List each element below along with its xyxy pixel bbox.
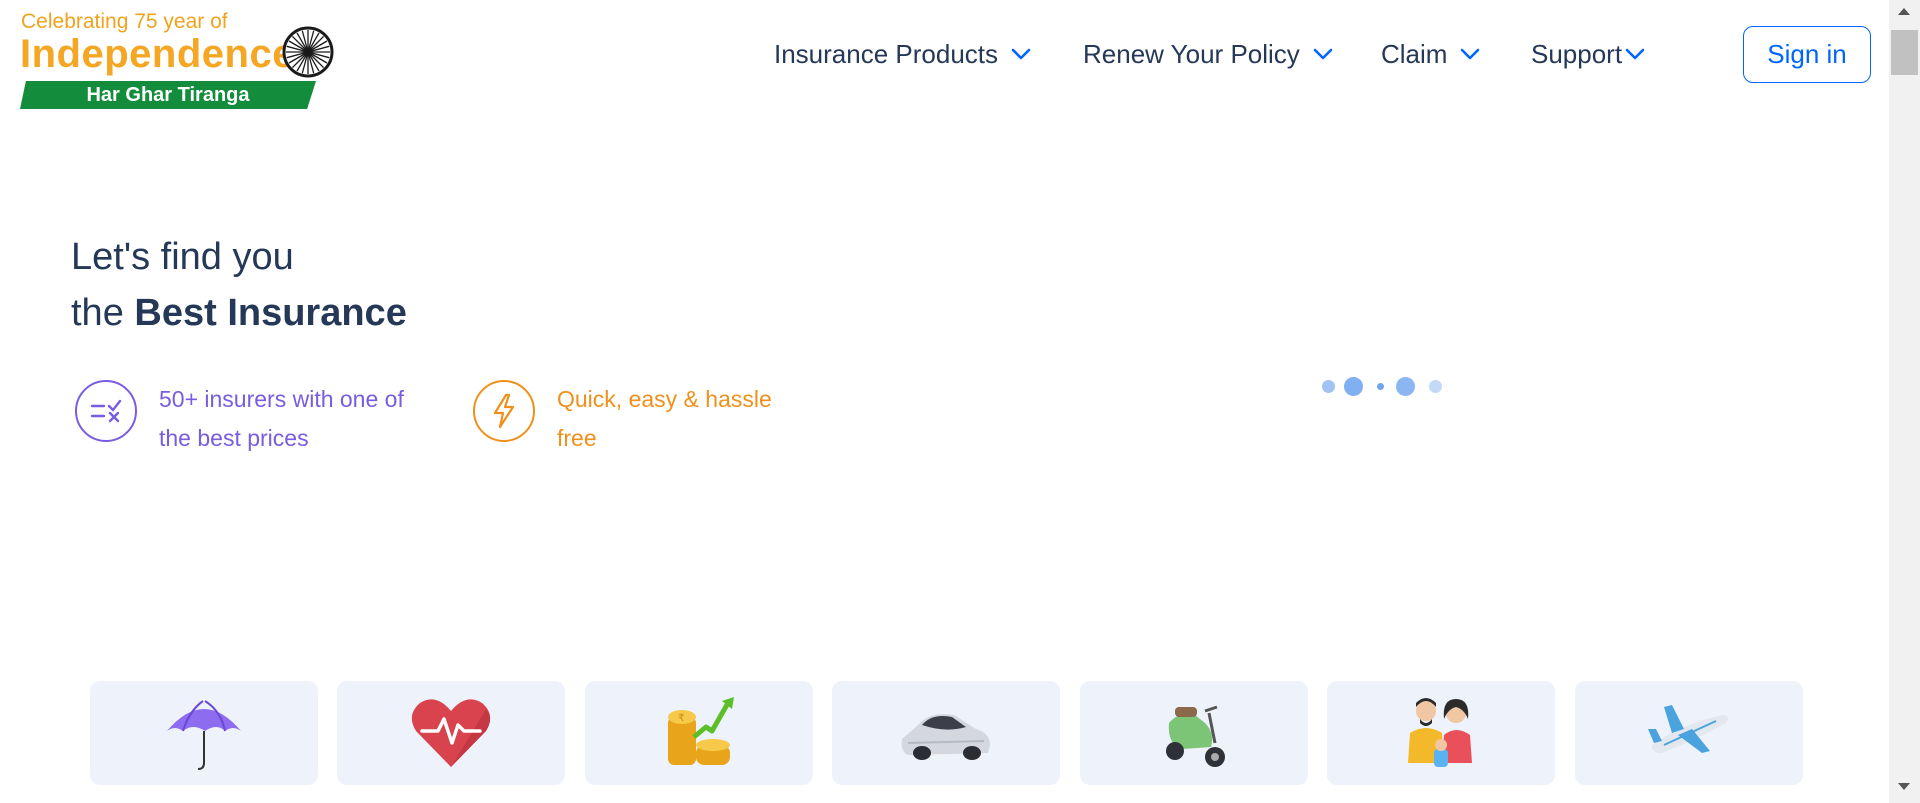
brand-logo[interactable]: Celebrating 75 year of Independence Har …: [20, 8, 340, 110]
logo-title: Independence: [20, 32, 295, 76]
nav-label: Support: [1531, 38, 1623, 69]
chevron-down-icon: [1010, 43, 1032, 65]
product-card-umbrella[interactable]: [90, 681, 318, 785]
umbrella-icon: [167, 700, 241, 770]
product-card-travel[interactable]: [1575, 681, 1803, 785]
scooter-icon: [1166, 705, 1225, 767]
chevron-down-icon: [1459, 43, 1481, 65]
product-card-family[interactable]: [1327, 681, 1555, 785]
product-card-investment[interactable]: ₹: [585, 681, 813, 785]
feature-text: Quick, easy & hassle free: [557, 386, 772, 451]
feature-best-prices: 50+ insurers with one of the best prices: [75, 380, 419, 458]
scroll-up-arrow-icon[interactable]: [1898, 8, 1910, 15]
compare-icon: [75, 380, 137, 442]
chevron-down-icon: [1624, 43, 1646, 65]
scrollbar-thumb[interactable]: [1891, 30, 1918, 75]
sign-in-button[interactable]: Sign in: [1743, 26, 1871, 83]
loader-dot: [1396, 377, 1415, 396]
loader-dot: [1344, 377, 1363, 396]
banner-text: Har Ghar Tiranga: [86, 83, 250, 106]
loader-dot: [1429, 380, 1442, 393]
coins-growth-icon: ₹: [668, 697, 734, 765]
nav-label: Claim: [1381, 38, 1448, 69]
nav-claim[interactable]: Claim: [1381, 30, 1481, 78]
logo-tagline: Celebrating 75 year of: [21, 10, 228, 33]
hero-heading-prefix: the: [71, 292, 124, 334]
hero-heading-line1: Let's find you: [71, 236, 294, 278]
chevron-down-icon: [1312, 43, 1334, 65]
svg-text:₹: ₹: [678, 713, 684, 724]
heart-health-icon: [411, 699, 491, 767]
product-card-health[interactable]: [337, 681, 565, 785]
loading-indicator: [1322, 376, 1442, 396]
nav-label: Insurance Products: [774, 38, 999, 69]
lightning-icon: [473, 380, 535, 442]
hero-heading-line2: the Best Insurance: [71, 292, 407, 335]
airplane-icon: [1648, 705, 1729, 753]
product-card-car[interactable]: [832, 681, 1060, 785]
loader-dot: [1322, 380, 1335, 393]
feature-quick-easy: Quick, easy & hassle free: [473, 380, 817, 458]
loader-dot: [1377, 383, 1384, 390]
scroll-down-arrow-icon[interactable]: [1898, 783, 1910, 790]
nav-support[interactable]: Support: [1531, 30, 1646, 78]
feature-text: 50+ insurers with one of the best prices: [159, 386, 404, 451]
ashoka-chakra-icon: [282, 26, 334, 78]
family-icon: [1408, 698, 1472, 767]
nav-label: Renew Your Policy: [1083, 38, 1300, 69]
har-ghar-tiranga-banner: Har Ghar Tiranga: [20, 81, 316, 109]
nav-insurance-products[interactable]: Insurance Products: [774, 30, 1032, 78]
product-card-two-wheeler[interactable]: [1080, 681, 1308, 785]
car-icon: [901, 714, 990, 760]
hero-heading-highlight: Best Insurance: [134, 292, 407, 334]
vertical-scrollbar[interactable]: [1889, 0, 1920, 803]
nav-renew-policy[interactable]: Renew Your Policy: [1083, 30, 1334, 78]
